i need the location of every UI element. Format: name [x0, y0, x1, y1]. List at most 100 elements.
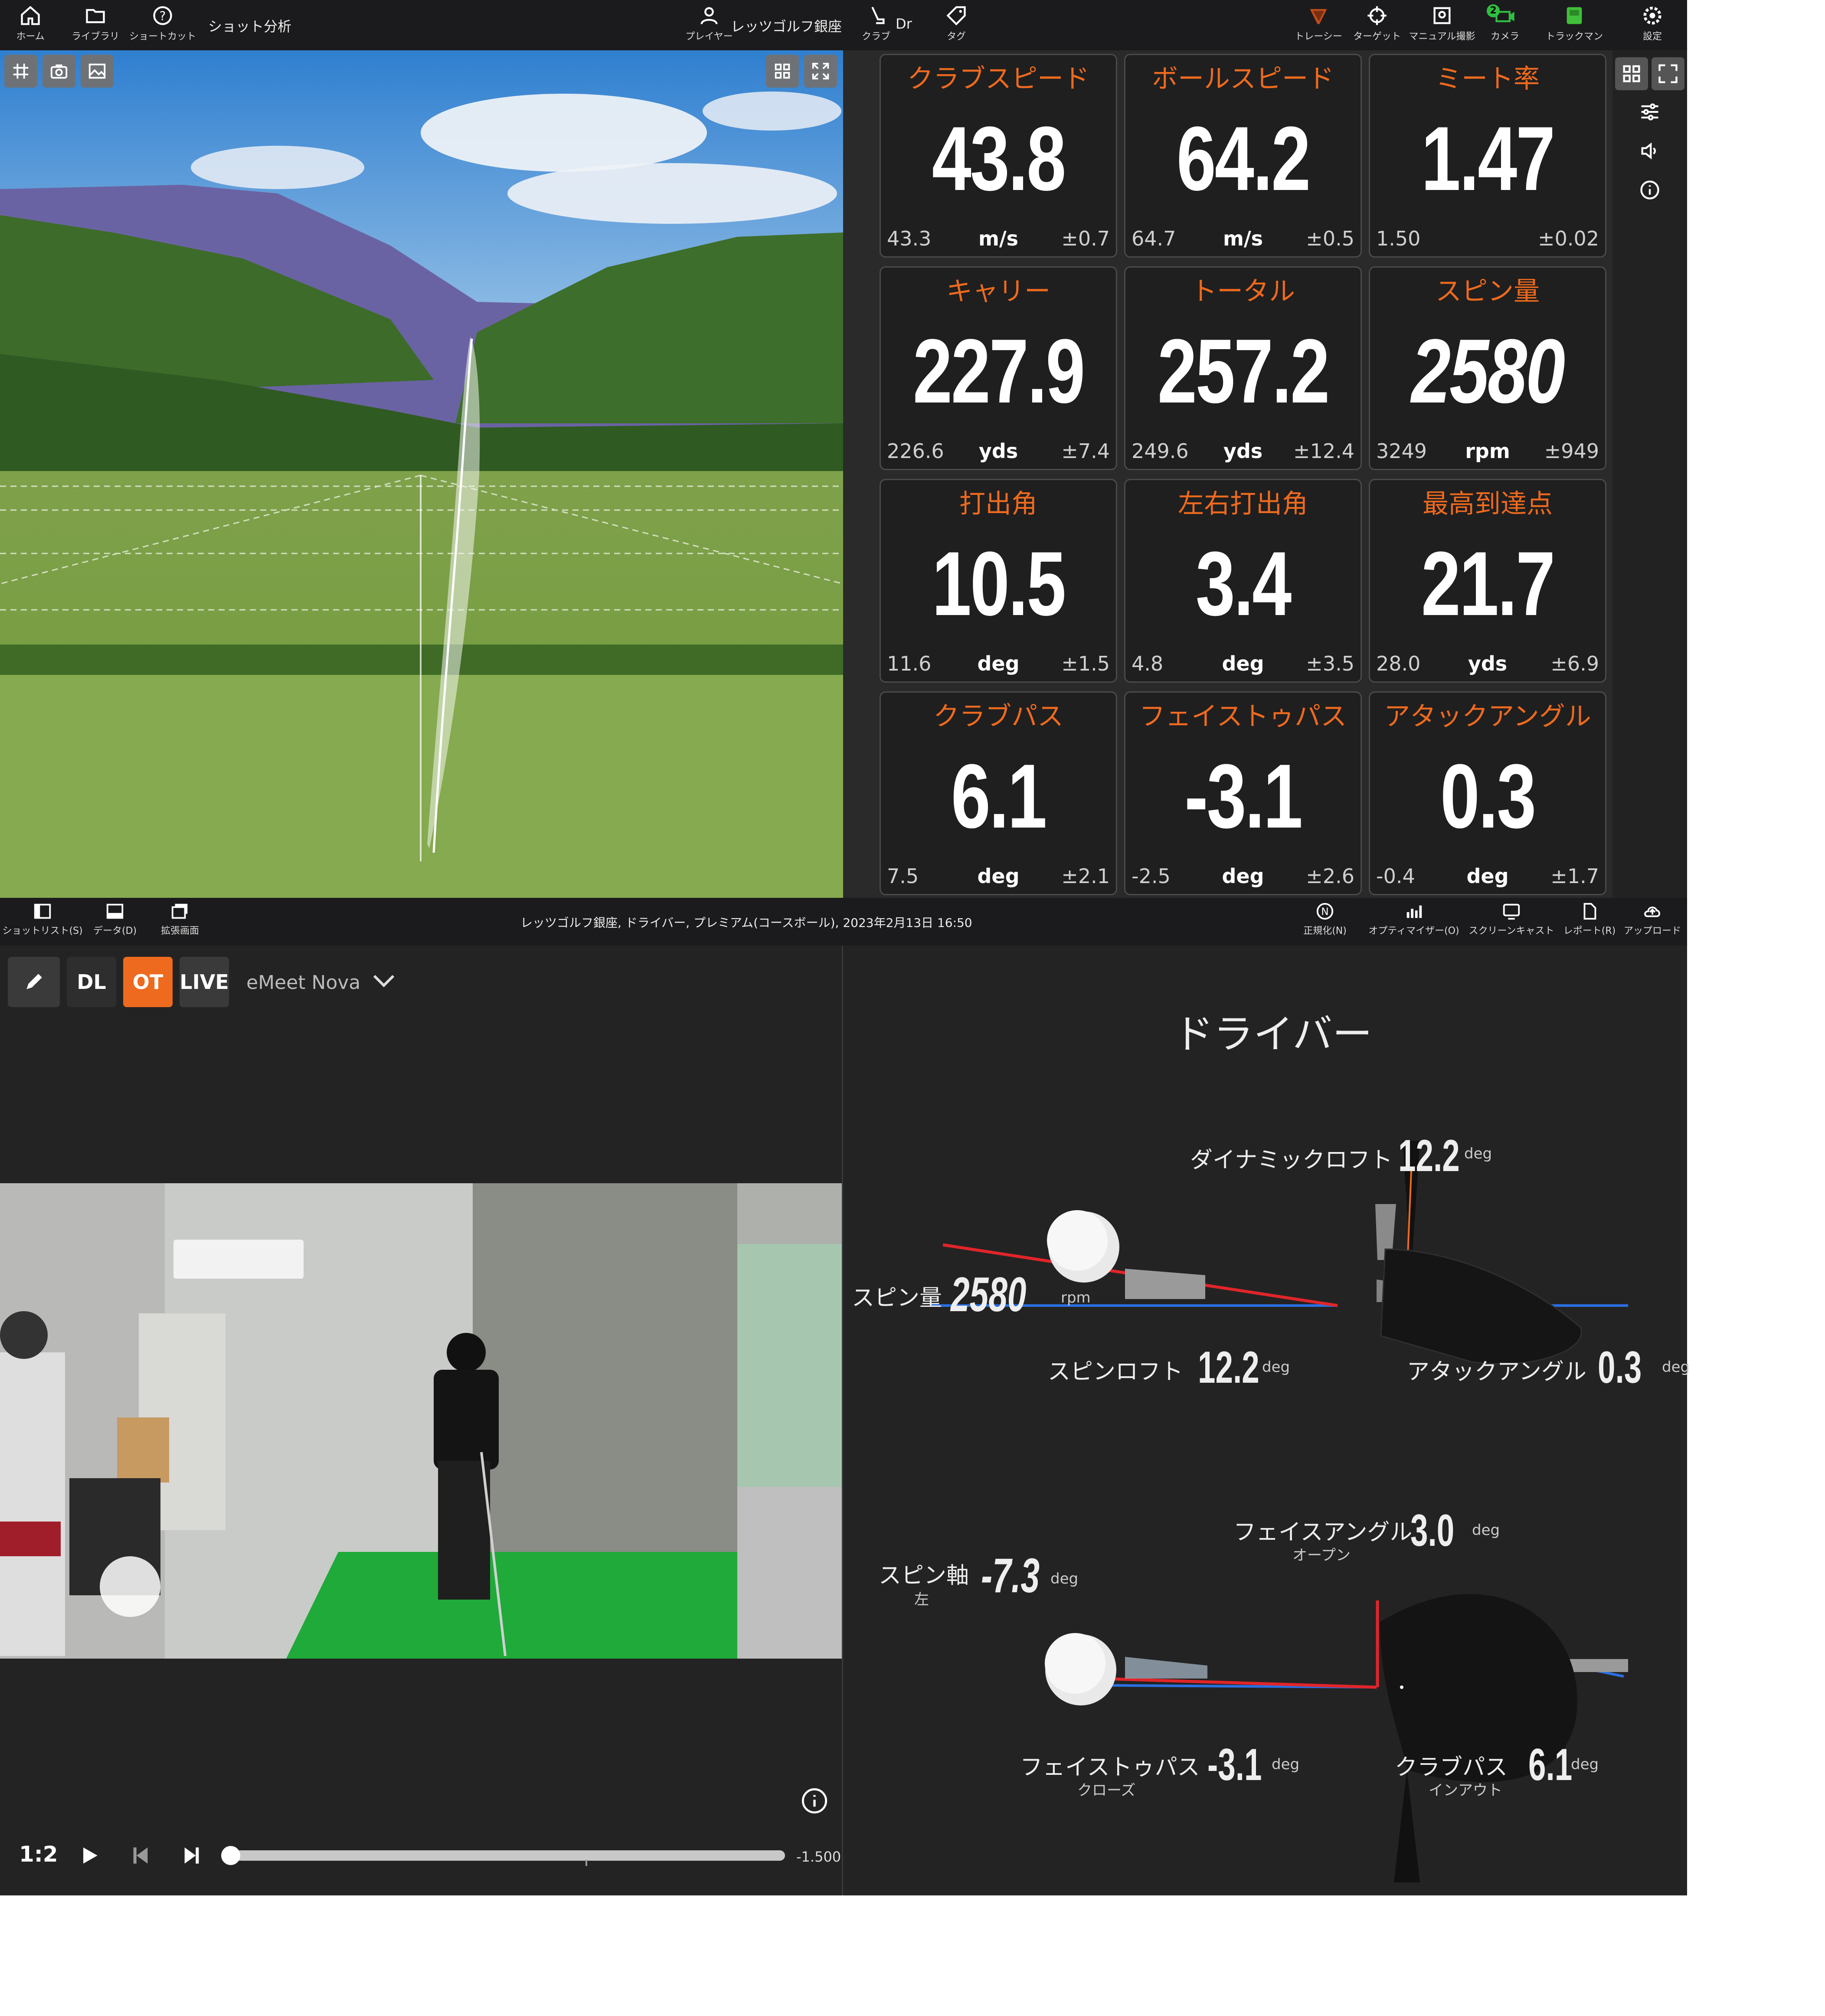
play-icon[interactable]	[77, 1843, 101, 1868]
camera-select[interactable]: eMeet Nova	[246, 972, 360, 994]
metric-deviation: ±2.6	[1306, 864, 1354, 888]
timeline-scrubber[interactable]	[221, 1846, 240, 1865]
report-button[interactable]: レポート(R)	[1561, 901, 1618, 945]
metric-value: 64.2	[1176, 108, 1311, 209]
skip-forward-icon[interactable]	[180, 1843, 204, 1868]
sound-button[interactable]	[1634, 135, 1665, 167]
expand-icon	[1658, 64, 1678, 83]
timeline-track[interactable]	[230, 1850, 785, 1861]
data-label: データ(D)	[93, 926, 137, 936]
grid-toggle-button[interactable]	[4, 55, 37, 88]
tracer-button[interactable]: トレーシー	[1292, 4, 1344, 48]
dl-button[interactable]: DL	[67, 957, 116, 1007]
club-icon	[871, 7, 885, 24]
upload-label: アップロード	[1623, 926, 1681, 936]
metric-tile[interactable]: トータル 257.2 249.6 yds ±12.4	[1124, 266, 1362, 470]
session-toolbar: ショットリスト(S) データ(D) 拡張画面 レッツゴルフ銀座, ドライバー, …	[0, 898, 1687, 946]
metric-tile[interactable]: クラブスピード 43.8 43.3 m/s ±0.7	[880, 54, 1117, 258]
face-angle-label: フェイスアングル	[1233, 1519, 1413, 1545]
normalize-label: 正規化(N)	[1303, 926, 1347, 936]
pencil-icon	[26, 974, 42, 989]
manual-label: マニュアル撮影	[1409, 31, 1475, 42]
info-icon[interactable]	[801, 1787, 828, 1815]
skip-back-icon[interactable]	[128, 1843, 153, 1868]
metric-title: トータル	[1191, 276, 1295, 307]
image-button[interactable]	[81, 55, 114, 88]
player-name[interactable]: レッツゴルフ銀座	[731, 16, 842, 36]
tag-icon	[946, 6, 966, 26]
data-button[interactable]: データ(D)	[91, 901, 139, 945]
spin-axis-sub: 左	[914, 1591, 929, 1608]
swing-video-frame[interactable]	[0, 1183, 842, 1659]
metric-title: アタックアングル	[1384, 701, 1591, 732]
home-icon	[21, 6, 40, 25]
settings-button[interactable]: 設定	[1635, 4, 1670, 48]
chevron-down-icon[interactable]	[371, 972, 397, 990]
live-button[interactable]: LIVE	[180, 957, 229, 1007]
tile-layout-button[interactable]	[1615, 57, 1648, 90]
spin-loft-value: 12.2	[1198, 1342, 1259, 1393]
metric-tile[interactable]: ボールスピード 64.2 64.7 m/s ±0.5	[1124, 54, 1362, 258]
club-button[interactable]: クラブ	[861, 4, 891, 48]
metric-tile[interactable]: フェイストゥパス -3.1 -2.5 deg ±2.6	[1124, 691, 1362, 895]
target-button[interactable]: ターゲット	[1351, 4, 1403, 48]
draw-button[interactable]	[8, 957, 60, 1007]
metric-tile[interactable]: 最高到達点 21.7 28.0 yds ±6.9	[1369, 479, 1606, 683]
normalize-icon: N	[1316, 903, 1334, 920]
playback-speed[interactable]: 1:2	[19, 1842, 58, 1867]
face-angle-value: 3.0	[1410, 1505, 1455, 1556]
trackman-button[interactable]: トラックマン	[1544, 4, 1605, 48]
metrics-side-toolbar	[1612, 50, 1687, 898]
crosshair-icon	[1367, 6, 1387, 25]
metric-value: 43.8	[932, 108, 1066, 209]
metric-value: 2580	[1411, 320, 1565, 422]
spin-rate-value: 2580	[951, 1267, 1027, 1322]
shot-list-button[interactable]: ショットリスト(S)	[2, 901, 83, 945]
screencast-icon	[1503, 903, 1520, 920]
sliders-icon	[1641, 103, 1658, 121]
course-view[interactable]	[0, 50, 843, 898]
library-button[interactable]: ライブラリ	[69, 4, 121, 48]
attack-angle-unit: deg	[1662, 1358, 1690, 1376]
upload-button[interactable]: アップロード	[1622, 901, 1683, 945]
target-label: ターゲット	[1353, 31, 1401, 42]
fullscreen-button[interactable]	[804, 55, 837, 88]
metric-value: 6.1	[951, 745, 1047, 847]
metric-title: キャリー	[946, 276, 1050, 307]
ot-button[interactable]: OT	[123, 957, 173, 1007]
player-label: プレイヤー	[685, 31, 733, 42]
screencast-button[interactable]: スクリーンキャスト	[1468, 901, 1555, 945]
metric-tile[interactable]: キャリー 227.9 226.6 yds ±7.4	[880, 266, 1117, 470]
info-button[interactable]	[1634, 174, 1665, 206]
cloud-upload-icon	[1644, 907, 1660, 917]
player-button[interactable]: プレイヤー	[685, 4, 733, 48]
metric-value: -3.1	[1184, 745, 1303, 847]
metric-tile[interactable]: 左右打出角 3.4 4.8 deg ±3.5	[1124, 479, 1362, 683]
shortcut-button[interactable]: ? ショートカット	[126, 4, 200, 48]
metric-tile[interactable]: ミート率 1.47 1.50 ±0.02	[1369, 54, 1606, 258]
home-button[interactable]: ホーム	[13, 4, 48, 48]
metric-tile[interactable]: 打出角 10.5 11.6 deg ±1.5	[880, 479, 1117, 683]
metric-value: 257.2	[1157, 320, 1330, 422]
face-to-path-unit: deg	[1272, 1756, 1300, 1773]
spin-rate-unit: rpm	[1061, 1289, 1091, 1306]
metric-title: クラブスピード	[907, 64, 1089, 94]
tag-button[interactable]: タグ	[941, 4, 971, 48]
camera-button[interactable]: 2 カメラ	[1483, 4, 1527, 48]
metric-tile[interactable]: スピン量 2580 3249 rpm ±949	[1369, 266, 1606, 470]
club-value[interactable]: Dr	[896, 16, 912, 32]
layout-button[interactable]	[766, 55, 799, 88]
screenshot-button[interactable]	[43, 55, 75, 88]
tile-fullscreen-button[interactable]	[1652, 57, 1684, 90]
normalize-button[interactable]: N 正規化(N)	[1301, 901, 1349, 945]
tracer-icon	[1310, 9, 1327, 24]
attack-angle-label: アタックアングル	[1407, 1359, 1586, 1385]
screencast-label: スクリーンキャスト	[1469, 926, 1554, 936]
speaker-icon	[1641, 142, 1656, 160]
metric-tile[interactable]: アタックアングル 0.3 -0.4 deg ±1.7	[1369, 691, 1606, 895]
optimizer-button[interactable]: オプティマイザー(O)	[1366, 901, 1462, 945]
adjust-button[interactable]	[1634, 96, 1665, 128]
expand-screen-button[interactable]: 拡張画面	[156, 901, 204, 945]
metric-tile[interactable]: クラブパス 6.1 7.5 deg ±2.1	[880, 691, 1117, 895]
manual-capture-button[interactable]: マニュアル撮影	[1407, 4, 1477, 48]
